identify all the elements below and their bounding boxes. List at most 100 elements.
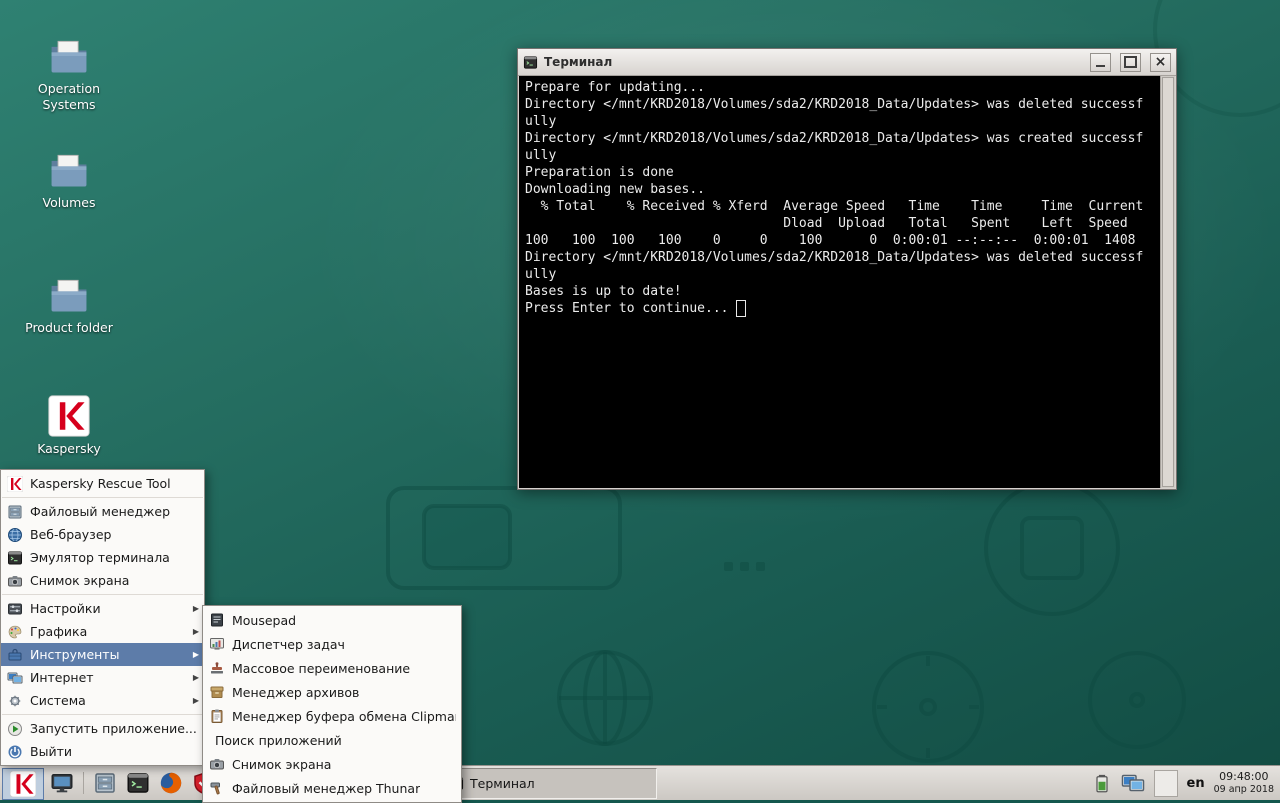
- menu-item-label: Графика: [30, 624, 88, 639]
- submenu-item-label: Файловый менеджер Thunar: [232, 780, 421, 796]
- close-icon: ×: [1154, 54, 1167, 70]
- monitor-icon: [50, 771, 74, 795]
- taskbar-window-label: Терминал: [470, 776, 535, 791]
- menu-item-logout[interactable]: Выйти: [1, 740, 204, 763]
- screenshot-icon: [7, 573, 23, 589]
- applications-menu: Kaspersky Rescue Tool Файловый менеджер …: [0, 469, 205, 766]
- settings-icon: [7, 601, 23, 617]
- submenu-arrow-icon: ▶: [192, 627, 199, 636]
- launcher-terminal[interactable]: [121, 768, 155, 798]
- close-button[interactable]: ×: [1150, 52, 1171, 72]
- submenu-item-label: Менеджер буфера обмена Clipman: [232, 708, 456, 724]
- terminal-titlebar[interactable]: Терминал ×: [518, 49, 1176, 76]
- clock-time: 09:48:00: [1219, 770, 1269, 784]
- terminal-icon: [7, 550, 23, 566]
- taskbar-separator: [83, 772, 84, 794]
- submenu-item-label: Диспетчер задач: [232, 636, 345, 652]
- taskbar-window-terminal[interactable]: Терминал: [441, 768, 657, 799]
- maximize-button[interactable]: [1120, 52, 1141, 72]
- menu-separator: [2, 714, 203, 715]
- menu-item-label: Kaspersky Rescue Tool: [30, 476, 171, 491]
- tray-spacer: [1153, 769, 1178, 797]
- menu-item-label: Эмулятор терминала: [30, 550, 170, 565]
- firefox-icon: [159, 771, 183, 795]
- system-tray: en 09:48:00 09 апр 2018: [1086, 766, 1280, 800]
- menu-item-settings[interactable]: Настройки ▶: [1, 597, 204, 620]
- maximize-icon: [1124, 56, 1137, 68]
- menu-item-label: Инструменты: [30, 647, 120, 662]
- web-browser-icon: [7, 527, 23, 543]
- menu-item-label: Файловый менеджер: [30, 504, 171, 519]
- submenu-item-task-manager[interactable]: Диспетчер задач: [203, 632, 461, 656]
- folder-icon: [47, 34, 91, 78]
- minimize-button[interactable]: [1090, 52, 1111, 72]
- menu-item-internet[interactable]: Интернет ▶: [1, 666, 204, 689]
- desktop-icon-kaspersky[interactable]: Kaspersky: [14, 394, 124, 457]
- menu-item-run-application[interactable]: Запустить приложение...: [1, 717, 204, 740]
- submenu-item-label: Снимок экрана: [232, 756, 332, 772]
- terminal-scrollbar-thumb[interactable]: [1162, 77, 1174, 487]
- desktop-icon-label: Kaspersky: [37, 441, 101, 456]
- archive-manager-icon: [209, 684, 225, 700]
- graphics-icon: [7, 624, 23, 640]
- menu-item-web-browser[interactable]: Веб-браузер: [1, 523, 204, 546]
- menu-item-graphics[interactable]: Графика ▶: [1, 620, 204, 643]
- submenu-arrow-icon: ▶: [192, 650, 199, 659]
- menu-item-label: Интернет: [30, 670, 94, 685]
- terminal-scrollbar[interactable]: [1160, 76, 1175, 488]
- taskbar: Терминал en 09:48:00 09 апр 2018: [0, 766, 1280, 800]
- menu-item-terminal-emulator[interactable]: Эмулятор терминала: [1, 546, 204, 569]
- mousepad-icon: [209, 612, 225, 628]
- submenu-item-thunar[interactable]: Файловый менеджер Thunar: [203, 776, 461, 800]
- terminal-cursor: [736, 300, 747, 317]
- file-manager-icon: [7, 504, 23, 520]
- show-desktop-button[interactable]: [45, 768, 79, 798]
- clock[interactable]: 09:48:00 09 апр 2018: [1214, 770, 1274, 796]
- terminal-icon: [126, 771, 150, 795]
- terminal-content[interactable]: Prepare for updating... Directory </mnt/…: [519, 76, 1161, 488]
- desktop-icon-product-folder[interactable]: Product folder: [14, 273, 124, 336]
- menu-item-file-manager[interactable]: Файловый менеджер: [1, 500, 204, 523]
- tools-icon: [7, 647, 23, 663]
- bulk-rename-icon: [209, 660, 225, 676]
- minimize-icon: [1096, 65, 1105, 67]
- launcher-file-manager[interactable]: [88, 768, 122, 798]
- submenu-item-clipman[interactable]: Менеджер буфера обмена Clipman: [203, 704, 461, 728]
- desktop-icon-label: Volumes: [42, 195, 96, 210]
- submenu-item-app-finder[interactable]: Поиск приложений: [203, 728, 461, 752]
- tools-submenu: Mousepad Диспетчер задач Массовое переим…: [202, 605, 462, 803]
- desktop-icon-label: Operation Systems: [37, 81, 101, 112]
- kaspersky-logo-icon: [10, 771, 36, 797]
- applications-menu-button[interactable]: [2, 768, 44, 800]
- submenu-item-screenshot[interactable]: Снимок экрана: [203, 752, 461, 776]
- submenu-item-archive-manager[interactable]: Менеджер архивов: [203, 680, 461, 704]
- submenu-item-label: Менеджер архивов: [232, 684, 360, 700]
- desktop-icon-operation-systems[interactable]: Operation Systems: [14, 34, 124, 112]
- system-icon: [7, 693, 23, 709]
- submenu-item-mousepad[interactable]: Mousepad: [203, 608, 461, 632]
- thunar-icon: [209, 780, 225, 796]
- menu-separator: [2, 497, 203, 498]
- displays-icon[interactable]: [1121, 771, 1145, 795]
- logout-icon: [7, 744, 23, 760]
- menu-item-label: Веб-браузер: [30, 527, 112, 542]
- terminal-window: Терминал × Prepare for updating... Direc…: [517, 48, 1177, 490]
- keyboard-layout-indicator[interactable]: en: [1187, 776, 1205, 791]
- menu-item-screenshot[interactable]: Снимок экрана: [1, 569, 204, 592]
- menu-separator: [2, 594, 203, 595]
- launcher-web-browser[interactable]: [154, 768, 188, 798]
- folder-icon: [47, 148, 91, 192]
- terminal-window-icon: [523, 55, 538, 70]
- submenu-arrow-icon: ▶: [192, 673, 199, 682]
- clipboard-icon: [209, 708, 225, 724]
- menu-item-tools[interactable]: Инструменты ▶: [1, 643, 204, 666]
- menu-item-label: Снимок экрана: [30, 573, 130, 588]
- battery-icon[interactable]: [1092, 773, 1112, 793]
- menu-item-label: Выйти: [30, 744, 72, 759]
- menu-item-system[interactable]: Система ▶: [1, 689, 204, 712]
- submenu-arrow-icon: ▶: [192, 696, 199, 705]
- menu-item-kaspersky-rescue-tool[interactable]: Kaspersky Rescue Tool: [1, 472, 204, 495]
- submenu-item-bulk-rename[interactable]: Массовое переименование: [203, 656, 461, 680]
- desktop-icon-volumes[interactable]: Volumes: [14, 148, 124, 211]
- terminal-output: Prepare for updating... Directory </mnt/…: [525, 80, 1144, 316]
